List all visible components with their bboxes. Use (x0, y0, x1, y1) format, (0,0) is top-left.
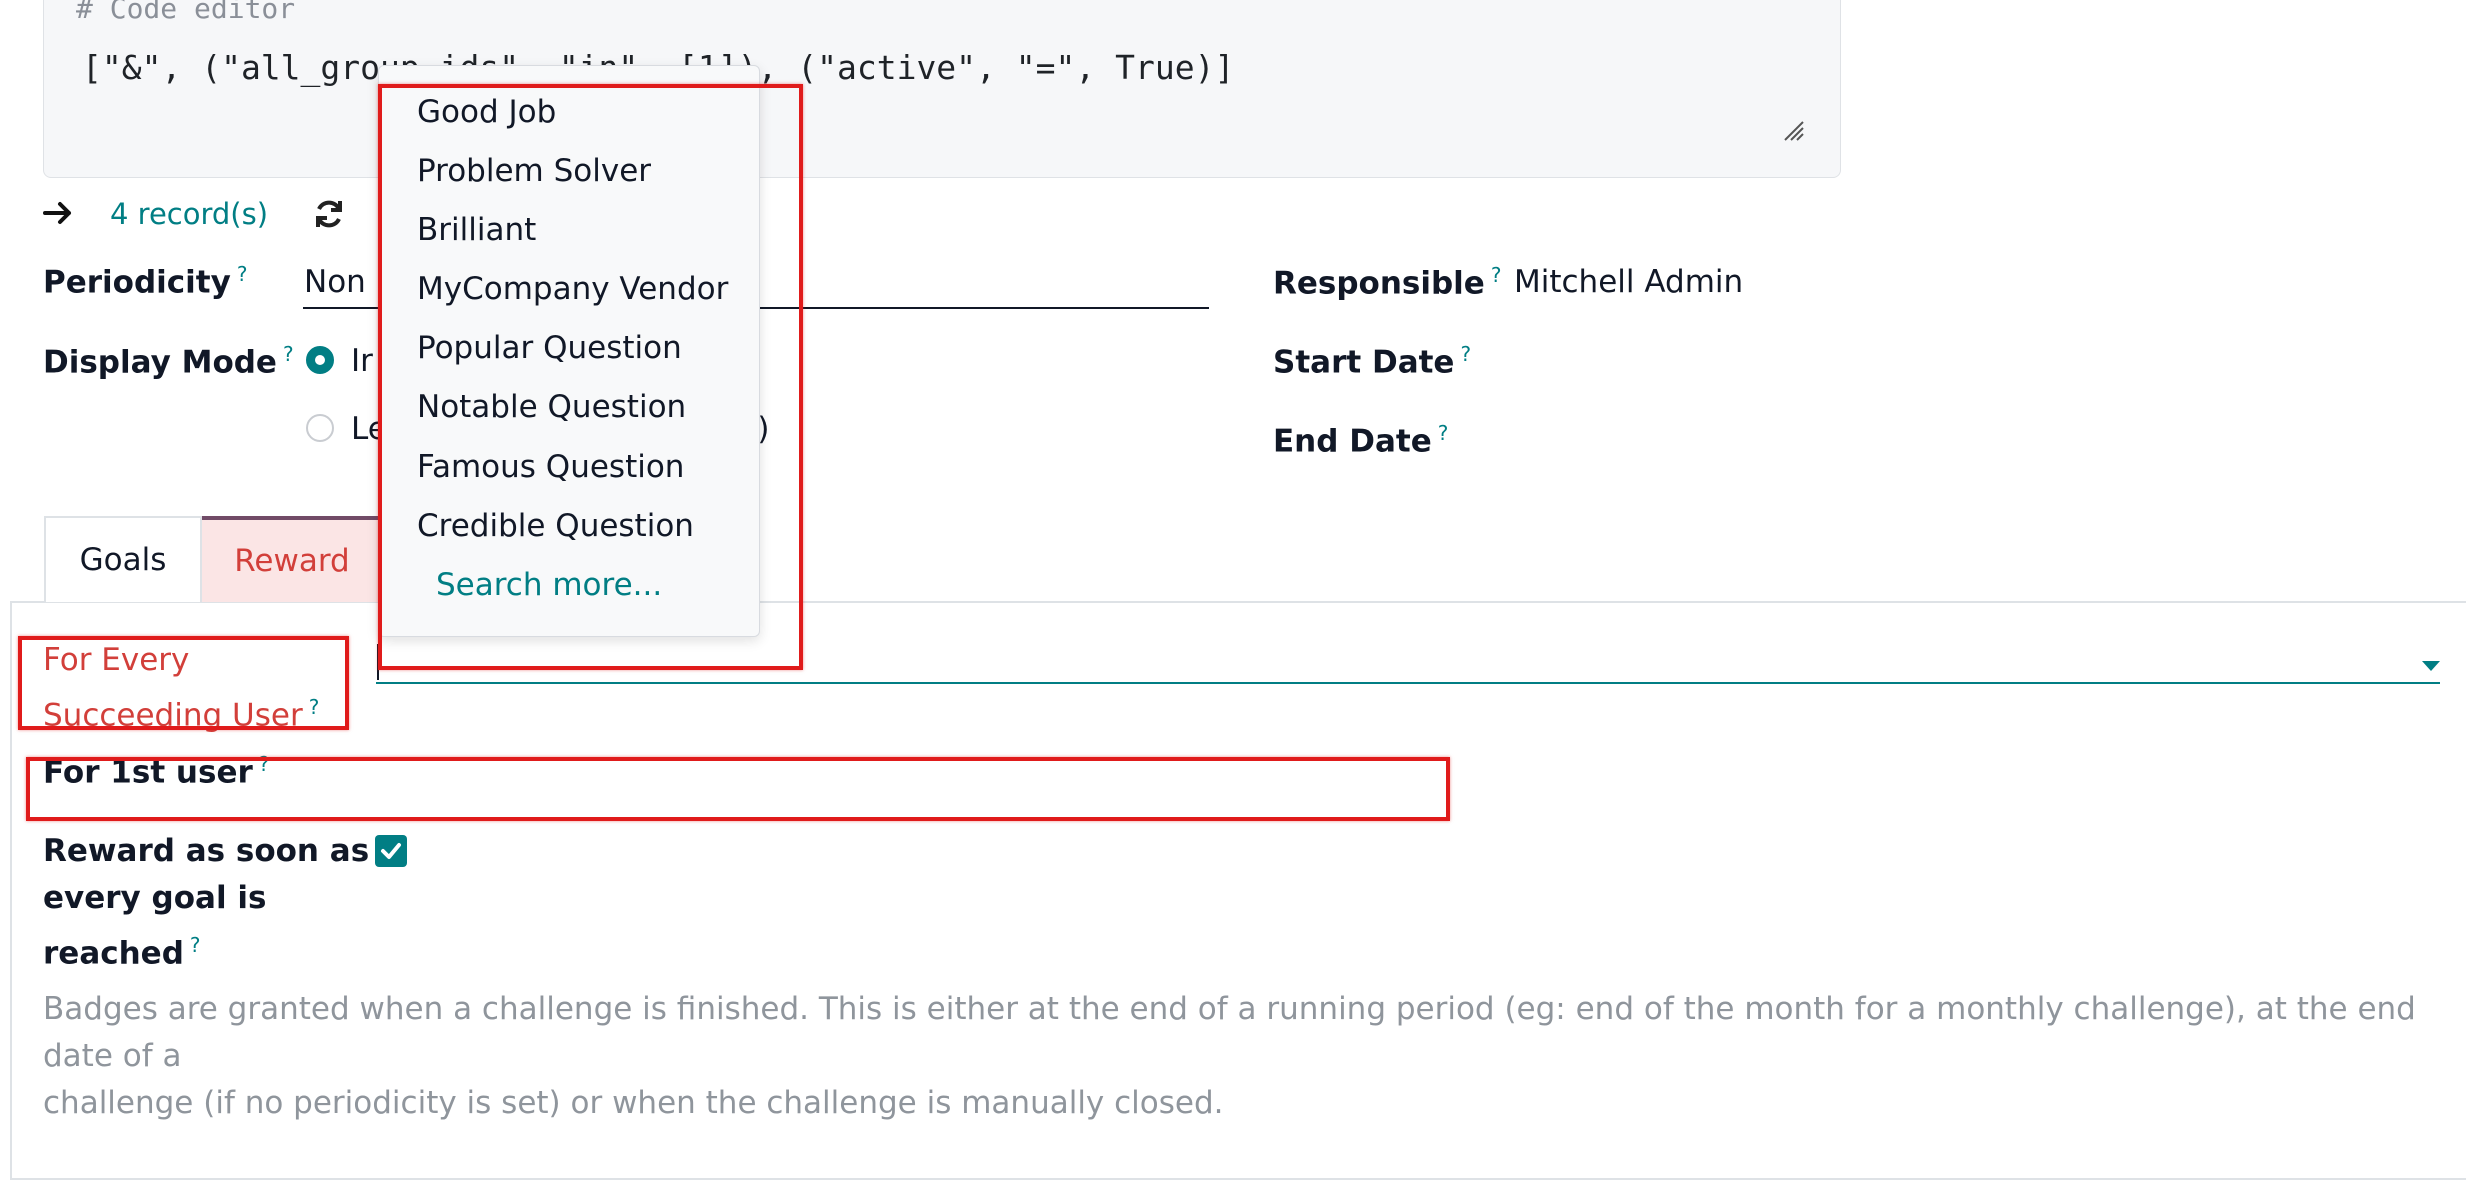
badges-help-text: Badges are granted when a challenge is f… (43, 986, 2443, 1127)
display-mode-label: Display Mode? (43, 342, 294, 380)
code-editor-comment: # Code editor (76, 0, 296, 25)
responsible-label: Responsible? (1273, 263, 1501, 301)
annotation-box-dropdown (378, 84, 803, 670)
help-text-line-1: Badges are granted when a challenge is f… (43, 991, 2416, 1074)
checkmark-icon (381, 843, 401, 859)
responsible-label-text: Responsible (1273, 265, 1485, 302)
display-mode-label-text: Display Mode (43, 344, 277, 381)
periodicity-help-icon[interactable]: ? (237, 262, 248, 286)
records-count-link[interactable]: 4 record(s) (110, 197, 268, 231)
reward-asap-label-line-3: reached (43, 935, 184, 972)
responsible-value[interactable]: Mitchell Admin (1514, 264, 1743, 300)
annotation-box-every-user (18, 636, 349, 730)
tab-goals[interactable]: Goals (44, 516, 202, 602)
display-mode-option-individual: Ir (351, 343, 373, 379)
periodicity-label: Periodicity? (43, 262, 247, 300)
periodicity-value: Non (304, 264, 366, 300)
code-editor[interactable] (43, 0, 1841, 178)
display-mode-radio-individual[interactable] (306, 346, 334, 374)
reward-asap-help-icon[interactable]: ? (190, 933, 201, 957)
reward-asap-checkbox[interactable] (375, 835, 407, 867)
arrow-right-icon (42, 196, 76, 230)
start-date-help-icon[interactable]: ? (1460, 342, 1471, 366)
resize-grip-icon[interactable] (1783, 120, 1805, 142)
periodicity-label-text: Periodicity (43, 264, 231, 301)
refresh-icon[interactable] (312, 197, 346, 231)
tab-reward[interactable]: Reward (202, 516, 382, 602)
start-date-label-text: Start Date (1273, 344, 1455, 381)
end-date-label-text: End Date (1273, 423, 1432, 460)
annotation-box-first-user (26, 757, 1450, 821)
reward-asap-label-line-1: Reward as soon as (43, 833, 370, 869)
chevron-down-icon[interactable] (2422, 661, 2440, 671)
end-date-label: End Date? (1273, 421, 1448, 459)
help-text-line-2: challenge (if no periodicity is set) or … (43, 1085, 1224, 1121)
display-mode-help-icon[interactable]: ? (283, 342, 294, 366)
start-date-label: Start Date? (1273, 342, 1471, 380)
reward-asap-label-line-2: every goal is (43, 880, 267, 916)
every-user-badge-input[interactable] (376, 682, 2440, 684)
reward-asap-label: Reward as soon as every goal is reached? (43, 828, 369, 977)
display-mode-radio-leaderboard[interactable] (306, 414, 334, 442)
responsible-help-icon[interactable]: ? (1491, 263, 1502, 287)
end-date-help-icon[interactable]: ? (1438, 421, 1449, 445)
